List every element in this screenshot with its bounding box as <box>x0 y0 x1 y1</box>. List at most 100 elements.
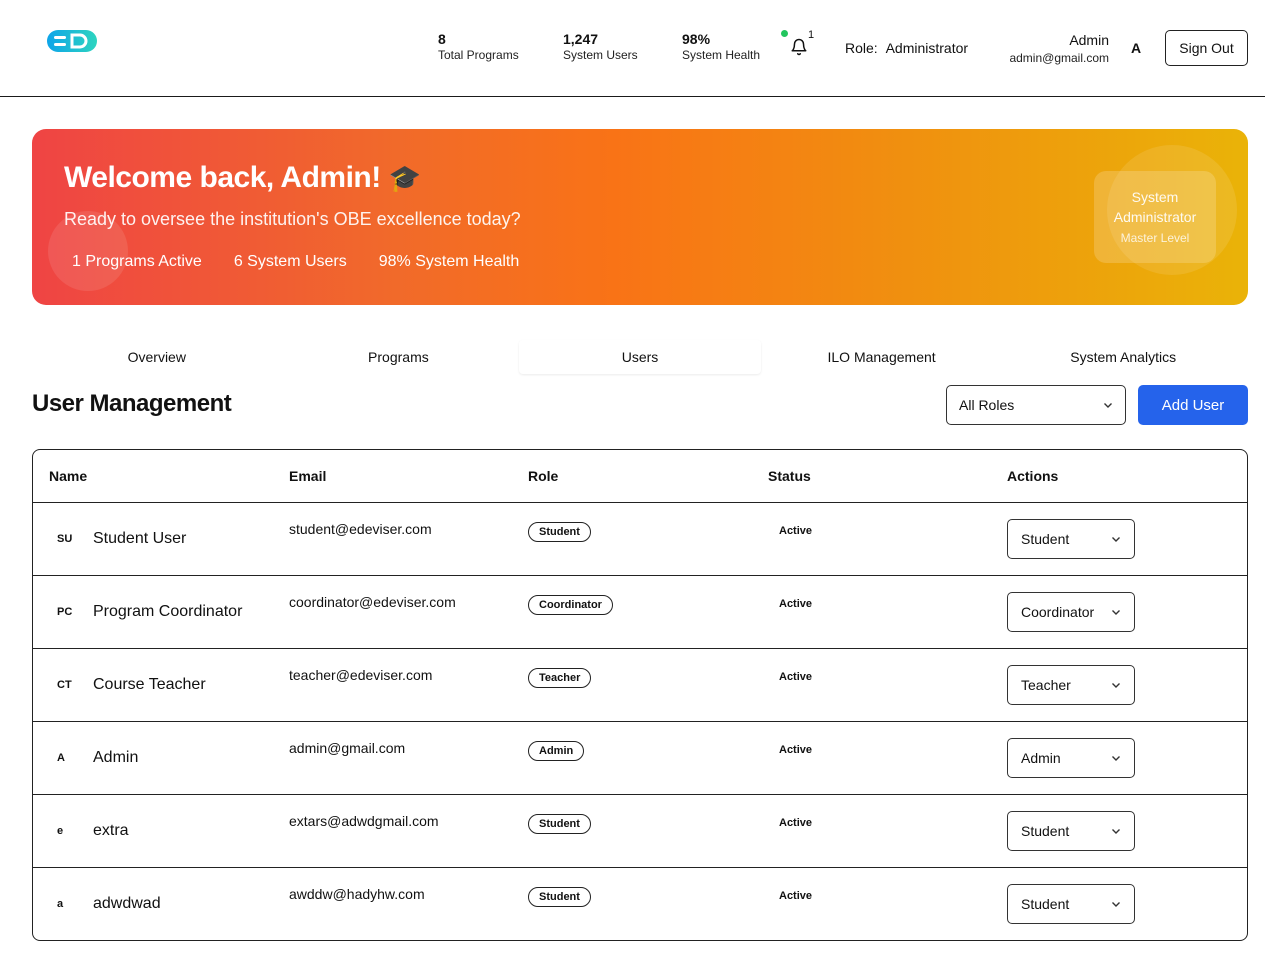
change-role-select[interactable]: Student <box>1007 884 1135 924</box>
role-indicator: Role: Administrator <box>845 40 968 56</box>
change-role-value: Student <box>1021 531 1070 547</box>
banner-stat-health: 98% System Health <box>378 253 520 270</box>
system-admin-badge: System Administrator Master Level <box>1094 171 1216 263</box>
stat-value: 1,247 <box>563 31 599 47</box>
role-label: Role: <box>845 40 878 56</box>
column-header-email: Email <box>289 468 327 484</box>
change-role-select[interactable]: Student <box>1007 519 1135 559</box>
column-header-role: Role <box>528 468 559 484</box>
app-logo[interactable] <box>46 28 98 54</box>
tab-bar: Overview Programs Users ILO Management S… <box>36 340 1244 374</box>
status-badge: Active <box>779 525 813 537</box>
change-role-value: Student <box>1021 823 1070 839</box>
add-user-button[interactable]: Add User <box>1138 385 1248 425</box>
banner-stats: 1 Programs Active 6 System Users 98% Sys… <box>64 251 527 273</box>
stat-label: System Health <box>682 48 761 62</box>
status-badge: Active <box>779 671 813 683</box>
top-header: 8 Total Programs 1,247 System Users 98% … <box>0 0 1265 97</box>
badge-title: System Administrator <box>1113 189 1197 225</box>
user-email-cell: extars@adwdgmail.com <box>289 813 439 829</box>
role-badge: Student <box>528 814 591 834</box>
chevron-down-icon <box>1112 683 1120 688</box>
table-row: A Admin admin@gmail.com Admin Active Adm… <box>33 722 1247 795</box>
chevron-down-icon <box>1112 829 1120 834</box>
change-role-select[interactable]: Teacher <box>1007 665 1135 705</box>
user-name-cell: Course Teacher <box>93 676 206 693</box>
users-table: Name Email Role Status Actions SU Studen… <box>32 449 1248 941</box>
column-header-actions: Actions <box>1007 468 1059 484</box>
table-row: SU Student User student@edeviser.com Stu… <box>33 503 1247 576</box>
user-name-cell: Student User <box>93 530 187 547</box>
change-role-select[interactable]: Admin <box>1007 738 1135 778</box>
user-avatar: a <box>57 898 64 910</box>
status-badge: Active <box>779 817 813 829</box>
change-role-value: Admin <box>1021 750 1061 766</box>
role-badge: Coordinator <box>528 595 613 615</box>
banner-stat-users: 6 System Users <box>233 253 347 270</box>
user-name-cell: Admin <box>93 749 139 766</box>
user-avatar: PC <box>57 606 73 618</box>
column-header-status: Status <box>768 468 811 484</box>
user-avatar: SU <box>57 533 73 545</box>
user-email-cell: admin@gmail.com <box>289 740 406 756</box>
user-avatar: A <box>57 752 65 764</box>
user-email-cell: student@edeviser.com <box>289 521 432 537</box>
stat-label: Total Programs <box>438 48 519 62</box>
bell-icon[interactable] <box>790 38 808 56</box>
chevron-down-icon <box>1112 610 1120 615</box>
role-badge: Student <box>528 522 591 542</box>
user-name-cell: Program Coordinator <box>93 603 243 620</box>
welcome-banner: Welcome back, Admin! 🎓 Ready to oversee … <box>32 129 1248 305</box>
stat-value: 8 <box>438 31 446 47</box>
user-name-cell: adwdwad <box>93 895 161 912</box>
chevron-down-icon <box>1112 537 1120 542</box>
status-badge: Active <box>779 744 813 756</box>
status-badge: Active <box>779 598 813 610</box>
avatar[interactable]: A <box>1131 40 1141 56</box>
banner-stat-programs: 1 Programs Active <box>72 253 202 270</box>
change-role-select[interactable]: Coordinator <box>1007 592 1135 632</box>
change-role-value: Student <box>1021 896 1070 912</box>
table-header: Name Email Role Status Actions <box>33 450 1247 503</box>
role-badge: Teacher <box>528 668 592 688</box>
notification-dot <box>781 30 788 37</box>
welcome-subtitle: Ready to oversee the institution's OBE e… <box>64 209 521 229</box>
change-role-value: Teacher <box>1021 677 1071 693</box>
user-email-cell: teacher@edeviser.com <box>289 667 433 683</box>
graduation-cap-icon: 🎓 <box>388 163 421 193</box>
user-email: admin@gmail.com <box>1009 51 1109 65</box>
stat-label: System Users <box>563 48 638 62</box>
stat-total-programs: 8 Total Programs <box>438 31 519 63</box>
welcome-text: Welcome back, Admin! <box>64 161 381 194</box>
user-name-cell: extra <box>93 822 129 839</box>
sign-out-button[interactable]: Sign Out <box>1165 30 1248 66</box>
user-avatar: CT <box>57 679 72 691</box>
role-filter-select[interactable]: All Roles <box>946 385 1126 425</box>
role-badge: Admin <box>528 741 585 761</box>
table-row: e extra extars@adwdgmail.com Student Act… <box>33 795 1247 868</box>
role-value: Administrator <box>885 40 969 56</box>
user-email-cell: coordinator@edeviser.com <box>289 594 456 610</box>
stat-system-users: 1,247 System Users <box>563 31 638 63</box>
chevron-down-icon <box>1112 902 1120 907</box>
page-title: User Management <box>32 390 232 417</box>
user-email-cell: awddw@hadyhw.com <box>289 886 425 902</box>
tab-system-analytics[interactable]: System Analytics <box>1002 340 1244 374</box>
status-badge: Active <box>779 890 813 902</box>
tab-ilo-management[interactable]: ILO Management <box>761 340 1003 374</box>
column-header-name: Name <box>49 468 88 484</box>
tab-users[interactable]: Users <box>519 340 761 374</box>
badge-subtitle: Master Level <box>1120 231 1190 245</box>
table-row: PC Program Coordinator coordinator@edevi… <box>33 576 1247 649</box>
chevron-down-icon <box>1104 403 1112 408</box>
tab-programs[interactable]: Programs <box>278 340 520 374</box>
change-role-value: Coordinator <box>1021 604 1095 620</box>
chevron-down-icon <box>1112 756 1120 761</box>
role-filter-value: All Roles <box>959 397 1015 413</box>
stat-value: 98% <box>682 31 711 47</box>
tab-overview[interactable]: Overview <box>36 340 278 374</box>
change-role-select[interactable]: Student <box>1007 811 1135 851</box>
welcome-heading: Welcome back, Admin! 🎓 <box>64 161 421 195</box>
user-avatar: e <box>57 825 64 837</box>
stat-system-health: 98% System Health <box>682 31 760 63</box>
